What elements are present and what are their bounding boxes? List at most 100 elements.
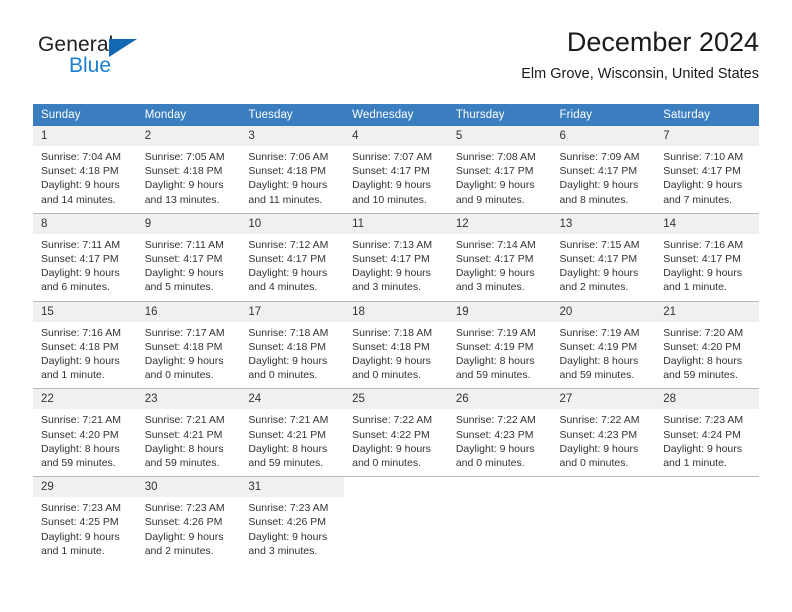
daylight-text-line2: and 59 minutes. [144, 457, 220, 470]
daylight-text-line1: Daylight: 9 hours [559, 442, 639, 455]
sunset-text: Sunset: 4:18 PM [144, 165, 223, 178]
day-number: 30 [136, 477, 241, 498]
daylight-text-line1: Daylight: 9 hours [559, 267, 639, 280]
sunrise-text: Sunrise: 7:05 AM [144, 151, 225, 163]
daylight-text-line1: Daylight: 9 hours [455, 442, 535, 455]
calendar-day-cell[interactable]: 17 Sunrise: 7:18 AM Sunset: 4:18 PM Dayl… [240, 300, 345, 389]
calendar-day-cell[interactable]: 22 Sunrise: 7:21 AM Sunset: 4:20 PM Dayl… [33, 388, 137, 477]
calendar-day-cell[interactable]: 5 Sunrise: 7:08 AM Sunset: 4:17 PM Dayli… [447, 126, 552, 214]
calendar-day-cell-empty [655, 476, 759, 565]
sunset-text: Sunset: 4:21 PM [144, 428, 223, 441]
day-details: Sunrise: 7:19 AM Sunset: 4:19 PM Dayligh… [552, 322, 656, 389]
sunset-text: Sunset: 4:18 PM [41, 165, 119, 178]
day-number: 1 [33, 126, 137, 146]
weekday-header-saturday: Saturday [655, 104, 759, 126]
calendar-day-cell[interactable]: 31 Sunrise: 7:23 AM Sunset: 4:26 PM Dayl… [240, 476, 345, 565]
sunset-text: Sunset: 4:18 PM [144, 340, 223, 353]
sunrise-text: Sunrise: 7:23 AM [41, 502, 121, 515]
day-details: Sunrise: 7:23 AM Sunset: 4:25 PM Dayligh… [33, 497, 137, 564]
calendar-day-cell[interactable]: 9 Sunrise: 7:11 AM Sunset: 4:17 PM Dayli… [136, 212, 241, 302]
sunset-text: Sunset: 4:17 PM [455, 253, 534, 266]
sunrise-text: Sunrise: 7:23 AM [248, 502, 329, 515]
calendar-day-cell[interactable]: 3 Sunrise: 7:06 AM Sunset: 4:18 PM Dayli… [240, 126, 345, 214]
day-number: 7 [655, 126, 759, 146]
calendar-day-cell[interactable]: 21 Sunrise: 7:20 AM Sunset: 4:20 PM Dayl… [655, 300, 759, 389]
sunrise-text: Sunrise: 7:16 AM [663, 238, 744, 251]
calendar-week-row: 22 Sunrise: 7:21 AM Sunset: 4:20 PM Dayl… [33, 388, 759, 477]
weekday-header-monday: Monday [136, 104, 241, 126]
calendar-day-cell[interactable]: 27 Sunrise: 7:22 AM Sunset: 4:23 PM Dayl… [551, 388, 656, 477]
calendar-day-cell[interactable]: 8 Sunrise: 7:11 AM Sunset: 4:17 PM Dayli… [33, 212, 137, 302]
calendar-day-cell[interactable]: 25 Sunrise: 7:22 AM Sunset: 4:22 PM Dayl… [344, 388, 448, 477]
day-number: 12 [447, 213, 552, 234]
calendar-day-cell[interactable]: 18 Sunrise: 7:18 AM Sunset: 4:18 PM Dayl… [344, 300, 448, 389]
day-details: Sunrise: 7:22 AM Sunset: 4:23 PM Dayligh… [552, 409, 656, 476]
day-number: 28 [655, 389, 759, 410]
calendar-day-cell[interactable]: 29 Sunrise: 7:23 AM Sunset: 4:25 PM Dayl… [33, 476, 137, 565]
daylight-text-line1: Daylight: 9 hours [144, 267, 224, 280]
daylight-text-line2: and 59 minutes. [248, 457, 324, 470]
calendar-day-cell[interactable]: 24 Sunrise: 7:21 AM Sunset: 4:21 PM Dayl… [240, 388, 345, 477]
sunset-text: Sunset: 4:17 PM [663, 165, 741, 178]
calendar-day-cell[interactable]: 13 Sunrise: 7:15 AM Sunset: 4:17 PM Dayl… [551, 212, 656, 302]
calendar-day-cell[interactable]: 23 Sunrise: 7:21 AM Sunset: 4:21 PM Dayl… [136, 388, 241, 477]
calendar-day-cell[interactable]: 7 Sunrise: 7:10 AM Sunset: 4:17 PM Dayli… [655, 126, 759, 214]
calendar-day-cell[interactable]: 15 Sunrise: 7:16 AM Sunset: 4:18 PM Dayl… [33, 300, 137, 389]
general-blue-logo[interactable]: General Blue [38, 34, 198, 88]
sunrise-text: Sunrise: 7:22 AM [559, 414, 640, 427]
sunset-text: Sunset: 4:17 PM [41, 253, 119, 266]
sunset-text: Sunset: 4:21 PM [248, 428, 327, 441]
sunset-text: Sunset: 4:26 PM [248, 516, 327, 529]
day-details: Sunrise: 7:16 AM Sunset: 4:18 PM Dayligh… [33, 322, 137, 389]
daylight-text-line2: and 59 minutes. [559, 369, 635, 382]
sunset-text: Sunset: 4:25 PM [41, 516, 119, 529]
calendar-day-cell[interactable]: 2 Sunrise: 7:05 AM Sunset: 4:18 PM Dayli… [136, 126, 241, 214]
sunrise-text: Sunrise: 7:10 AM [663, 151, 744, 163]
daylight-text-line2: and 10 minutes. [352, 193, 427, 206]
sunset-text: Sunset: 4:17 PM [352, 165, 430, 178]
sunset-text: Sunset: 4:26 PM [144, 516, 223, 529]
sunrise-text: Sunrise: 7:07 AM [352, 151, 433, 163]
calendar-day-cell[interactable]: 20 Sunrise: 7:19 AM Sunset: 4:19 PM Dayl… [551, 300, 656, 389]
calendar-day-cell[interactable]: 19 Sunrise: 7:19 AM Sunset: 4:19 PM Dayl… [447, 300, 552, 389]
daylight-text-line2: and 11 minutes. [248, 193, 323, 206]
calendar-body: 1 Sunrise: 7:04 AM Sunset: 4:18 PM Dayli… [33, 126, 759, 565]
calendar-day-cell[interactable]: 10 Sunrise: 7:12 AM Sunset: 4:17 PM Dayl… [240, 212, 345, 302]
day-number: 23 [136, 389, 241, 410]
calendar-day-cell[interactable]: 16 Sunrise: 7:17 AM Sunset: 4:18 PM Dayl… [136, 300, 241, 389]
daylight-text-line2: and 14 minutes. [41, 193, 116, 206]
calendar-day-cell[interactable]: 14 Sunrise: 7:16 AM Sunset: 4:17 PM Dayl… [655, 212, 759, 302]
calendar-day-cell[interactable]: 11 Sunrise: 7:13 AM Sunset: 4:17 PM Dayl… [344, 212, 448, 302]
daylight-text-line1: Daylight: 8 hours [248, 442, 328, 455]
daylight-text-line2: and 0 minutes. [352, 457, 421, 470]
daylight-text-line2: and 5 minutes. [144, 281, 214, 294]
daylight-text-line1: Daylight: 8 hours [455, 355, 535, 368]
day-details: Sunrise: 7:06 AM Sunset: 4:18 PM Dayligh… [240, 146, 344, 213]
sunrise-text: Sunrise: 7:16 AM [41, 326, 121, 339]
day-details: Sunrise: 7:23 AM Sunset: 4:26 PM Dayligh… [137, 497, 241, 564]
day-details: Sunrise: 7:18 AM Sunset: 4:18 PM Dayligh… [344, 322, 448, 389]
daylight-text-line1: Daylight: 9 hours [352, 267, 431, 280]
calendar-day-cell[interactable]: 4 Sunrise: 7:07 AM Sunset: 4:17 PM Dayli… [344, 126, 448, 214]
calendar-day-cell[interactable]: 26 Sunrise: 7:22 AM Sunset: 4:23 PM Dayl… [447, 388, 552, 477]
sunset-text: Sunset: 4:17 PM [352, 253, 430, 266]
sunrise-text: Sunrise: 7:22 AM [455, 414, 536, 427]
day-number: 5 [447, 126, 552, 146]
calendar-day-cell[interactable]: 1 Sunrise: 7:04 AM Sunset: 4:18 PM Dayli… [33, 126, 137, 214]
calendar-day-cell[interactable]: 12 Sunrise: 7:14 AM Sunset: 4:17 PM Dayl… [447, 212, 552, 302]
day-number: 10 [240, 213, 345, 234]
calendar-day-cell[interactable]: 30 Sunrise: 7:23 AM Sunset: 4:26 PM Dayl… [136, 476, 241, 565]
calendar-day-cell[interactable]: 6 Sunrise: 7:09 AM Sunset: 4:17 PM Dayli… [551, 126, 656, 214]
day-number: 22 [33, 389, 137, 410]
daylight-text-line1: Daylight: 9 hours [352, 355, 431, 368]
daylight-text-line1: Daylight: 9 hours [144, 355, 224, 368]
day-details: Sunrise: 7:04 AM Sunset: 4:18 PM Dayligh… [33, 146, 137, 213]
daylight-text-line1: Daylight: 9 hours [41, 179, 120, 192]
calendar-day-cell[interactable]: 28 Sunrise: 7:23 AM Sunset: 4:24 PM Dayl… [655, 388, 759, 477]
daylight-text-line1: Daylight: 9 hours [248, 355, 328, 368]
day-details: Sunrise: 7:22 AM Sunset: 4:22 PM Dayligh… [344, 409, 448, 476]
daylight-text-line2: and 0 minutes. [248, 369, 318, 382]
day-number: 2 [136, 126, 241, 146]
daylight-text-line2: and 0 minutes. [559, 457, 629, 470]
day-number: 3 [240, 126, 345, 146]
